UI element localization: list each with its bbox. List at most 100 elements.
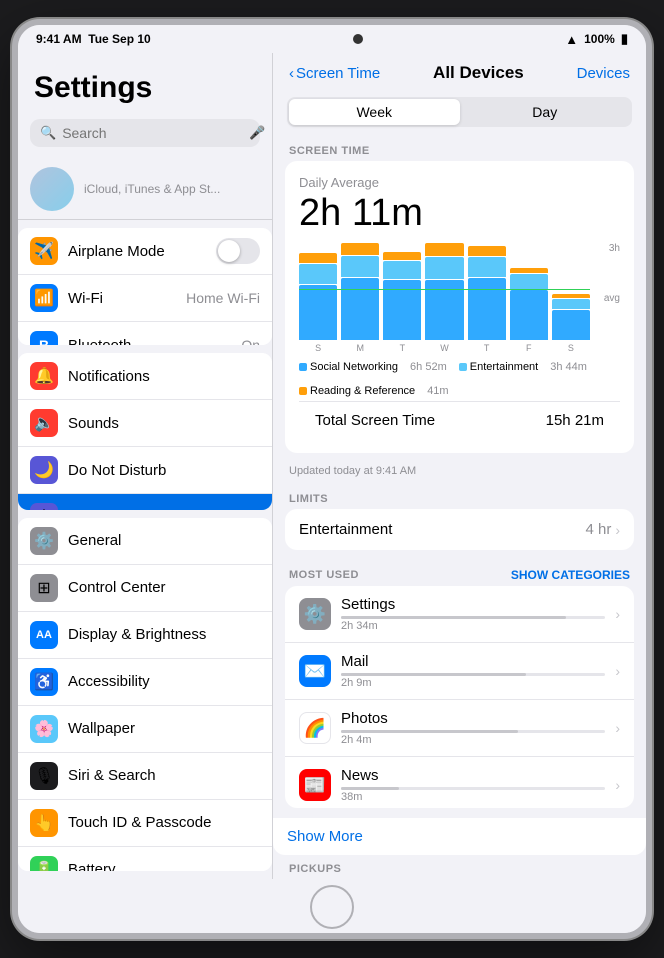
app-list: ⚙️ Settings 2h 34m › ✉️ Mail	[285, 586, 634, 808]
mail-app-name: Mail	[341, 653, 605, 670]
chart-y-avg: avg	[604, 293, 620, 304]
app-item-settings[interactable]: ⚙️ Settings 2h 34m ›	[285, 586, 634, 643]
status-time: 9:41 AM Tue Sep 10	[36, 32, 151, 46]
sidebar-item-notifications[interactable]: 🔔 Notifications	[18, 353, 272, 400]
daily-avg-time: 2h 11m	[299, 192, 620, 235]
limits-entertainment-value: 4 hr ›	[585, 521, 620, 538]
battery-label: Battery	[68, 861, 260, 871]
sidebar-item-siri[interactable]: 🎙 Siri & Search	[18, 753, 272, 800]
settings-group-connectivity: ✈️ Airplane Mode 📶 Wi-Fi Home Wi-Fi B Bl…	[18, 228, 272, 345]
screentime-label: Screen Time	[68, 509, 260, 510]
legend-reading-dot	[299, 387, 307, 395]
display-label: Display & Brightness	[68, 626, 260, 643]
legend-social-dot	[299, 363, 307, 371]
bar-reading	[425, 243, 463, 256]
home-button[interactable]	[310, 885, 354, 929]
notifications-label: Notifications	[68, 368, 260, 385]
chart-bar-thursday: T	[468, 243, 506, 353]
legend-social-time-value: 6h 52m	[410, 361, 447, 373]
legend-social-time: 6h 52m	[410, 361, 447, 373]
sidebar-item-bluetooth[interactable]: B Bluetooth On	[18, 322, 272, 345]
sidebar-item-screentime[interactable]: ⏱ Screen Time	[18, 494, 272, 510]
legend-entertainment-time: 3h 44m	[550, 361, 587, 373]
screentime-card: Daily Average 2h 11m 3h avg S	[285, 161, 634, 453]
day-label: T	[400, 343, 406, 353]
general-icon: ⚙️	[30, 527, 58, 555]
mail-chevron: ›	[615, 663, 620, 679]
donotdisturb-label: Do Not Disturb	[68, 462, 260, 479]
wifi-icon: 📶	[30, 284, 58, 312]
nav-action-button[interactable]: Devices	[577, 65, 630, 82]
bar-social	[510, 290, 548, 340]
main-content: Settings 🔍 🎤 iCloud, iTunes & App St... …	[18, 53, 646, 879]
nav-back-label: Screen Time	[296, 65, 380, 82]
notifications-icon: 🔔	[30, 362, 58, 390]
settings-bar	[341, 616, 605, 619]
news-app-name: News	[341, 767, 605, 784]
search-icon: 🔍	[40, 125, 56, 141]
sounds-icon: 🔈	[30, 409, 58, 437]
bar-reading	[341, 243, 379, 255]
sidebar-item-sounds[interactable]: 🔈 Sounds	[18, 400, 272, 447]
chart-bar-friday: F	[510, 243, 548, 353]
display-icon: AA	[30, 621, 58, 649]
sidebar-item-wallpaper[interactable]: 🌸 Wallpaper	[18, 706, 272, 753]
app-item-news[interactable]: 📰 News 38m ›	[285, 757, 634, 808]
limits-entertainment-label: Entertainment	[299, 521, 392, 538]
status-indicators: ▲ 100% ▮	[565, 31, 628, 47]
bar-entertainment	[341, 256, 379, 277]
search-input[interactable]	[62, 125, 243, 141]
touchid-label: Touch ID & Passcode	[68, 814, 260, 831]
sidebar-item-controlcenter[interactable]: ⊞ Control Center	[18, 565, 272, 612]
panel-nav: ‹ Screen Time All Devices Devices	[273, 53, 646, 93]
sidebar-item-touchid[interactable]: 👆 Touch ID & Passcode	[18, 800, 272, 847]
sidebar-item-display[interactable]: AA Display & Brightness	[18, 612, 272, 659]
screentime-icon: ⏱	[30, 503, 58, 510]
account-row[interactable]: iCloud, iTunes & App St...	[18, 159, 272, 220]
total-value: 15h 21m	[546, 412, 604, 429]
chart-legend: Social Networking 6h 52m Entertainment 3…	[299, 361, 620, 397]
chevron-icon: ›	[615, 522, 620, 538]
bar-entertainment	[552, 299, 590, 309]
front-camera	[353, 34, 363, 44]
limits-card: Entertainment 4 hr ›	[285, 509, 634, 550]
sidebar-item-donotdisturb[interactable]: 🌙 Do Not Disturb	[18, 447, 272, 494]
segment-day[interactable]: Day	[460, 99, 631, 125]
chart-y-3h: 3h	[609, 243, 620, 254]
show-more-button[interactable]: Show More	[273, 818, 646, 855]
sidebar-item-accessibility[interactable]: ♿ Accessibility	[18, 659, 272, 706]
day-label: S	[315, 343, 321, 353]
controlcenter-icon: ⊞	[30, 574, 58, 602]
most-used-header: MOST USED SHOW CATEGORIES	[273, 560, 646, 586]
sidebar-item-battery[interactable]: 🔋 Battery	[18, 847, 272, 871]
app-item-photos[interactable]: 🌈 Photos 2h 4m ›	[285, 700, 634, 757]
bar-reading	[510, 268, 548, 273]
airplane-toggle[interactable]	[216, 238, 260, 264]
sidebar-item-airplane[interactable]: ✈️ Airplane Mode	[18, 228, 272, 275]
app-item-mail[interactable]: ✉️ Mail 2h 9m ›	[285, 643, 634, 700]
bar-entertainment	[383, 261, 421, 279]
news-app-time: 38m	[341, 791, 605, 803]
legend-social: Social Networking	[299, 361, 398, 373]
legend-reading-time-value: 41m	[427, 385, 448, 397]
accessibility-icon: ♿	[30, 668, 58, 696]
photos-app-name: Photos	[341, 710, 605, 727]
microphone-icon: 🎤	[249, 125, 265, 141]
settings-chevron: ›	[615, 606, 620, 622]
sidebar-item-general[interactable]: ⚙️ General	[18, 518, 272, 565]
photos-bar-fill	[341, 730, 518, 733]
mail-bar	[341, 673, 605, 676]
nav-back-button[interactable]: ‹ Screen Time	[289, 65, 380, 82]
search-bar[interactable]: 🔍 🎤	[30, 119, 260, 147]
sidebar-item-wifi[interactable]: 📶 Wi-Fi Home Wi-Fi	[18, 275, 272, 322]
wifi-value: Home Wi-Fi	[186, 290, 260, 306]
segment-week[interactable]: Week	[289, 99, 460, 125]
battery-percentage: 100%	[584, 32, 615, 46]
chart-bar-tuesday: T	[383, 243, 421, 353]
legend-reading-label: Reading & Reference	[310, 385, 415, 397]
bluetooth-value: On	[241, 337, 260, 345]
limits-entertainment[interactable]: Entertainment 4 hr ›	[285, 509, 634, 550]
news-app-info: News 38m	[341, 767, 605, 803]
show-categories-button[interactable]: SHOW CATEGORIES	[511, 568, 630, 582]
donotdisturb-icon: 🌙	[30, 456, 58, 484]
